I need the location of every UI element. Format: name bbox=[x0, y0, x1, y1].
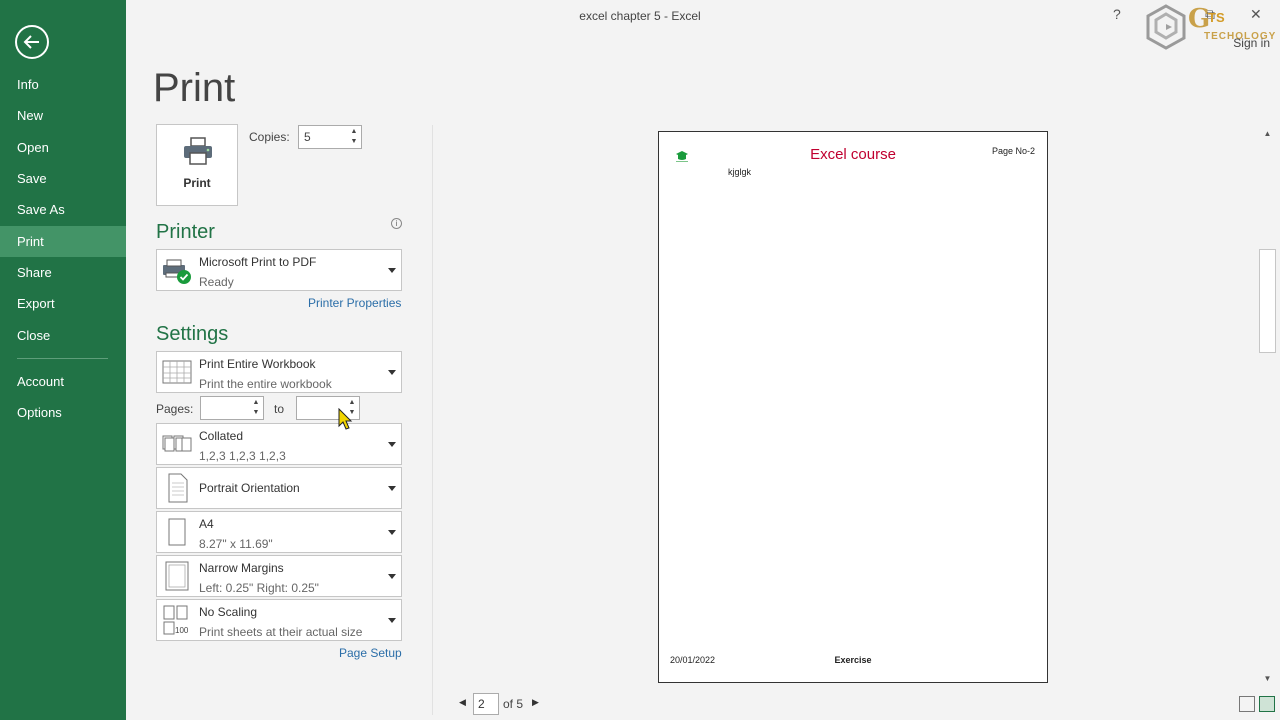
sidebar-item-options[interactable]: Options bbox=[0, 397, 126, 428]
back-button[interactable] bbox=[15, 25, 49, 59]
cube-logo-icon bbox=[1146, 4, 1186, 50]
printer-properties-link[interactable]: Printer Properties bbox=[308, 296, 401, 310]
scroll-thumb[interactable] bbox=[1259, 249, 1276, 353]
printer-ready-icon bbox=[163, 259, 191, 284]
info-icon[interactable]: i bbox=[391, 218, 402, 229]
chevron-down-icon bbox=[388, 530, 396, 535]
print-preview-page: Excel course Page No-2 kjglgk 20/01/2022… bbox=[658, 131, 1048, 683]
print-scope-desc: Print the entire workbook bbox=[199, 377, 332, 391]
panel-divider bbox=[432, 125, 433, 715]
collation-desc: 1,2,3 1,2,3 1,2,3 bbox=[199, 449, 286, 463]
printer-status: Ready bbox=[199, 275, 234, 289]
logo-letters-ts: TS bbox=[1208, 10, 1225, 25]
sidebar-item-export[interactable]: Export bbox=[0, 288, 126, 319]
current-page-input[interactable]: 2 bbox=[473, 693, 499, 715]
copies-spinner[interactable]: ▲ ▼ bbox=[349, 127, 359, 147]
sidebar-item-share[interactable]: Share bbox=[0, 257, 126, 288]
settings-heading: Settings bbox=[156, 323, 229, 345]
backstage-sidebar: Info New Open Save Save As Print Share E… bbox=[0, 0, 126, 720]
print-scope-dropdown[interactable]: Print Entire Workbook Print the entire w… bbox=[156, 351, 402, 393]
margins-title: Narrow Margins bbox=[199, 561, 284, 575]
margins-desc: Left: 0.25" Right: 0.25" bbox=[199, 581, 319, 595]
workbook-grid-icon bbox=[162, 360, 192, 384]
logo-letter-g: G bbox=[1188, 4, 1211, 34]
paper-size-desc: 8.27" x 11.69" bbox=[199, 537, 273, 551]
scaling-desc: Print sheets at their actual size bbox=[199, 625, 363, 639]
sidebar-item-print[interactable]: Print bbox=[0, 226, 126, 257]
window-title: excel chapter 5 - Excel bbox=[579, 9, 701, 23]
scroll-up-arrow-icon[interactable]: ▲ bbox=[1259, 127, 1276, 141]
collation-title: Collated bbox=[199, 429, 244, 443]
preview-footer-center: Exercise bbox=[834, 655, 872, 665]
pages-to-label: to bbox=[274, 402, 285, 416]
printer-name: Microsoft Print to PDF bbox=[199, 255, 317, 269]
help-button[interactable]: ? bbox=[1113, 6, 1121, 22]
print-scope-title: Print Entire Workbook bbox=[199, 357, 316, 371]
preview-cell-text: kjglgk bbox=[728, 167, 752, 177]
paper-size-title: A4 bbox=[199, 517, 214, 531]
copies-input[interactable]: 5 ▲ ▼ bbox=[298, 125, 362, 149]
printer-heading: Printer bbox=[156, 221, 215, 243]
next-page-icon[interactable]: ▶ bbox=[532, 697, 539, 708]
chevron-down-icon bbox=[388, 268, 396, 273]
pages-from-spinner[interactable]: ▲ ▼ bbox=[251, 398, 261, 418]
sidebar-item-info[interactable]: Info bbox=[0, 69, 126, 100]
page-count-label: of 5 bbox=[503, 697, 524, 711]
page-title: Print bbox=[153, 66, 236, 110]
back-arrow-icon bbox=[23, 35, 39, 49]
print-button[interactable]: Print bbox=[156, 124, 238, 206]
margins-icon bbox=[165, 561, 189, 591]
preview-header-title: Excel course bbox=[810, 146, 896, 163]
copies-value: 5 bbox=[304, 130, 311, 144]
chevron-down-icon bbox=[388, 574, 396, 579]
chevron-down-icon bbox=[388, 618, 396, 623]
orientation-title: Portrait Orientation bbox=[199, 481, 300, 495]
chevron-down-icon bbox=[388, 486, 396, 491]
preview-header-page: Page No-2 bbox=[991, 146, 1035, 156]
preview-scrollbar[interactable]: ▲ ▼ bbox=[1259, 127, 1276, 687]
sidebar-item-account[interactable]: Account bbox=[0, 366, 126, 397]
show-margins-button[interactable] bbox=[1239, 696, 1255, 712]
paper-size-dropdown[interactable]: A4 8.27" x 11.69" bbox=[156, 511, 402, 553]
chevron-down-icon bbox=[388, 370, 396, 375]
printer-icon bbox=[184, 137, 212, 165]
previous-page-icon[interactable]: ◀ bbox=[459, 697, 466, 708]
print-button-label: Print bbox=[183, 176, 211, 190]
chevron-down-icon bbox=[388, 442, 396, 447]
page-setup-link[interactable]: Page Setup bbox=[339, 646, 402, 660]
scaling-icon: 100 bbox=[163, 605, 189, 635]
sidebar-item-open[interactable]: Open bbox=[0, 132, 126, 163]
margins-dropdown[interactable]: Narrow Margins Left: 0.25" Right: 0.25" bbox=[156, 555, 402, 597]
pages-from-input[interactable]: ▲ ▼ bbox=[200, 396, 264, 420]
printer-dropdown[interactable]: Microsoft Print to PDF Ready bbox=[156, 249, 402, 291]
scaling-icon-text: 100 bbox=[175, 626, 189, 635]
scaling-title: No Scaling bbox=[199, 605, 258, 619]
copies-label: Copies: bbox=[249, 130, 290, 144]
paper-size-icon bbox=[168, 518, 186, 546]
scroll-down-arrow-icon[interactable]: ▼ bbox=[1259, 672, 1276, 686]
sidebar-divider bbox=[17, 358, 108, 359]
mouse-cursor-icon bbox=[338, 408, 353, 430]
collation-dropdown[interactable]: Collated 1,2,3 1,2,3 1,2,3 bbox=[156, 423, 402, 465]
portrait-page-icon bbox=[168, 473, 188, 503]
zoom-to-page-button[interactable] bbox=[1259, 696, 1275, 712]
sidebar-item-new[interactable]: New bbox=[0, 100, 126, 131]
collated-pages-icon bbox=[162, 435, 192, 452]
pages-label: Pages: bbox=[156, 402, 194, 416]
scaling-dropdown[interactable]: 100 No Scaling Print sheets at their act… bbox=[156, 599, 402, 641]
orientation-dropdown[interactable]: Portrait Orientation bbox=[156, 467, 402, 509]
sidebar-item-save-as[interactable]: Save As bbox=[0, 194, 126, 225]
sign-in-link[interactable]: Sign in bbox=[1233, 36, 1270, 50]
sidebar-item-close[interactable]: Close bbox=[0, 320, 126, 351]
sidebar-item-save[interactable]: Save bbox=[0, 163, 126, 194]
